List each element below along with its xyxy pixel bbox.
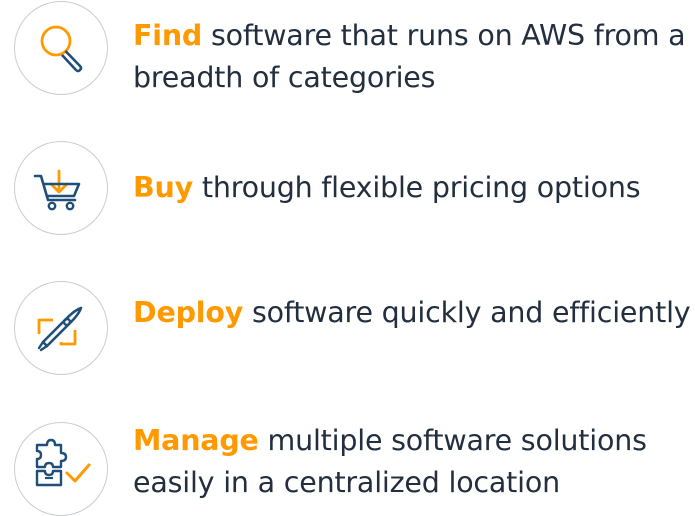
rocket-icon xyxy=(37,306,83,352)
puzzle-checkmark-icon xyxy=(35,438,91,487)
buy-keyword: Buy xyxy=(133,171,193,204)
buy-icon-circle xyxy=(14,141,108,235)
buy-text: Buy through flexible pricing options xyxy=(133,167,693,209)
magnifier-icon xyxy=(40,25,83,73)
find-keyword: Find xyxy=(133,19,203,52)
buy-description: through flexible pricing options xyxy=(193,171,641,204)
deploy-text: Deploy software quickly and efficiently xyxy=(133,292,693,334)
shopping-cart-download-icon xyxy=(33,169,81,211)
find-icon-circle xyxy=(14,1,108,95)
deploy-description: software quickly and efficiently xyxy=(243,296,691,329)
manage-text: Manage multiple software solutions easil… xyxy=(133,420,693,504)
manage-keyword: Manage xyxy=(133,424,259,457)
deploy-icon-circle xyxy=(14,281,108,375)
deploy-keyword: Deploy xyxy=(133,296,244,329)
find-description: software that runs on AWS from a breadth… xyxy=(133,19,686,94)
find-text: Find software that runs on AWS from a br… xyxy=(133,15,693,99)
manage-icon-circle xyxy=(14,422,108,516)
